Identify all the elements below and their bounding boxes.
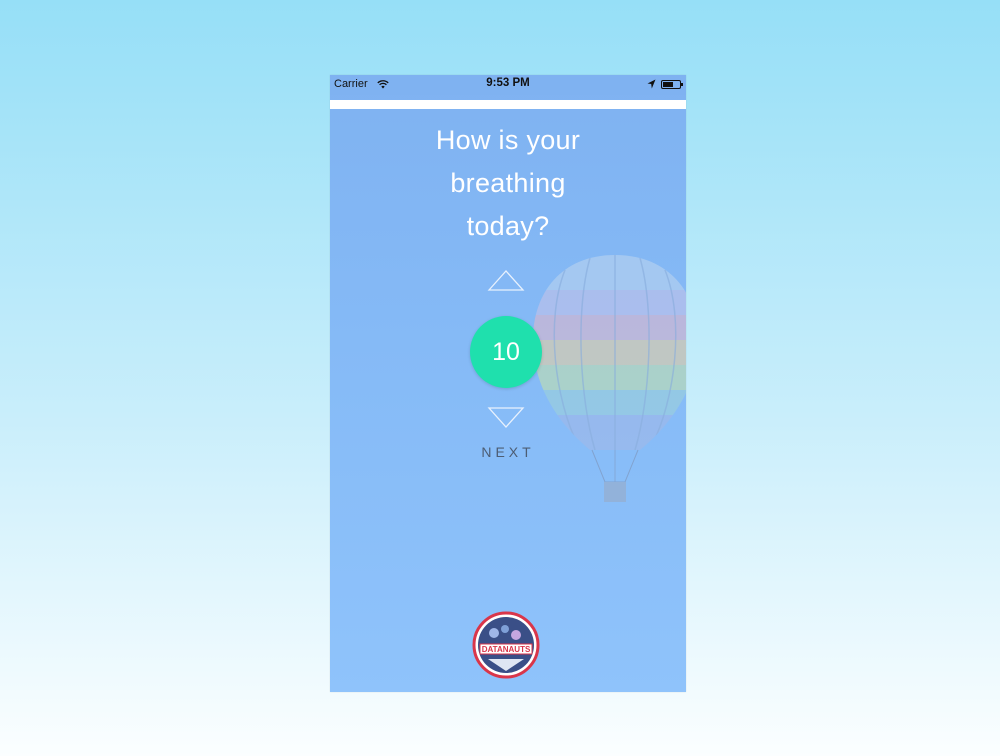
progress-bar — [330, 100, 686, 109]
battery-icon — [661, 80, 683, 89]
question-line-3: today? — [466, 211, 550, 241]
chevron-down-icon[interactable] — [487, 405, 525, 431]
svg-text:DATANAUTS: DATANAUTS — [482, 645, 531, 654]
phone-screen: Carrier 9:53 PM How is your breathing to… — [330, 75, 686, 692]
question-line-1: How is your — [435, 125, 581, 155]
status-bar: Carrier 9:53 PM — [330, 75, 686, 95]
next-button[interactable]: NEXT — [458, 444, 558, 460]
status-time: 9:53 PM — [486, 77, 530, 89]
datanauts-logo: DATANAUTS — [472, 611, 540, 679]
chevron-up-icon[interactable] — [487, 267, 525, 293]
question-text: How is your breathing today? — [330, 119, 686, 248]
hot-air-balloon-image — [532, 255, 686, 502]
location-arrow-icon — [647, 79, 656, 92]
question-line-2: breathing — [450, 168, 566, 198]
rating-value: 10 — [470, 316, 542, 388]
